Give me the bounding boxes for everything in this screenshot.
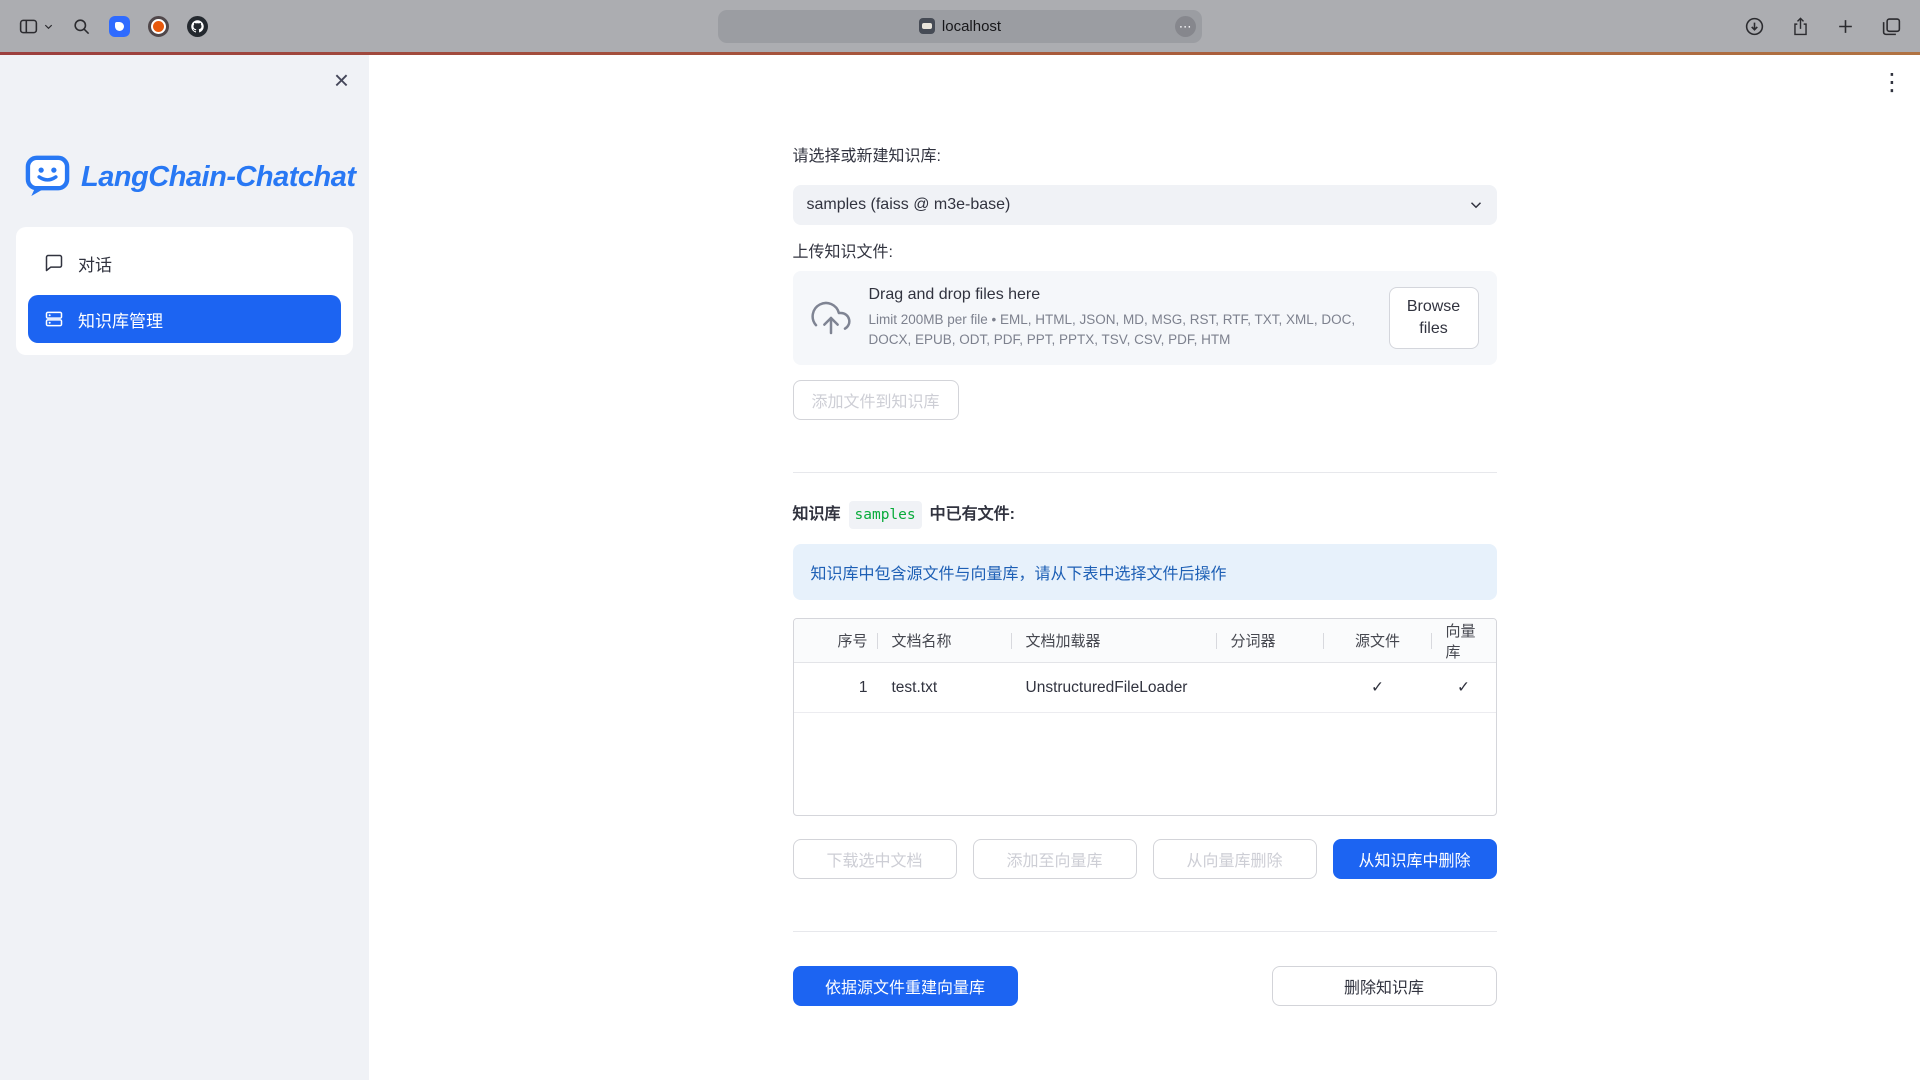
cell-loader: UnstructuredFileLoader — [1012, 663, 1217, 712]
dropzone-limit-text: Limit 200MB per file • EML, HTML, JSON, … — [869, 310, 1371, 349]
kb-name-code: samples — [849, 501, 922, 529]
browser-toolbar: localhost ⋯ — [0, 0, 1920, 52]
kb-selectbox[interactable]: samples (faiss @ m3e-base) — [793, 185, 1497, 225]
extension-blue-icon[interactable] — [109, 16, 130, 37]
kb-select-label: 请选择或新建知识库: — [793, 145, 1497, 169]
app-logo: LangChain-Chatchat — [24, 151, 369, 203]
info-alert-text: 知识库中包含源文件与向量库，请从下表中选择文件后操作 — [811, 560, 1227, 584]
github-icon[interactable] — [187, 16, 208, 37]
col-header-source-file[interactable]: 源文件 — [1324, 619, 1432, 662]
site-favicon — [919, 18, 935, 34]
chat-bubble-icon — [44, 253, 64, 273]
download-selected-button[interactable]: 下载选中文档 — [793, 839, 957, 879]
sidebar-item-chat[interactable]: 对话 — [28, 239, 341, 287]
dropzone-title: Drag and drop files here — [869, 286, 1371, 304]
logo-chat-icon — [24, 151, 71, 203]
extension-ring-icon[interactable] — [148, 16, 169, 37]
cell-source-file-check: ✓ — [1324, 663, 1432, 712]
delete-from-vector-store-button[interactable]: 从向量库删除 — [1153, 839, 1317, 879]
downloads-icon[interactable] — [1744, 16, 1765, 37]
sidebar-item-label: 知识库管理 — [78, 307, 163, 332]
cell-doc-name: test.txt — [878, 663, 1012, 712]
cell-vector-store-check: ✓ — [1432, 663, 1496, 712]
col-header-doc-name[interactable]: 文档名称 — [878, 619, 1012, 662]
delete-kb-button[interactable]: 删除知识库 — [1272, 966, 1497, 1006]
col-header-splitter[interactable]: 分词器 — [1217, 619, 1324, 662]
kb-files-table: 序号 文档名称 文档加载器 分词器 源文件 向量库 1 test.txt Uns… — [793, 618, 1497, 816]
heading-suffix: 中已有文件: — [930, 503, 1015, 527]
sidebar: × LangChain-Chatchat 对话 — [0, 55, 369, 1080]
sidebar-toggle-icon[interactable] — [18, 16, 39, 37]
heading-prefix: 知识库 — [793, 503, 841, 527]
share-icon[interactable] — [1791, 16, 1810, 37]
upload-label: 上传知识文件: — [793, 241, 1497, 265]
chevron-down-icon[interactable] — [43, 21, 54, 32]
main-content: ⋮ 请选择或新建知识库: samples (faiss @ m3e-base) … — [369, 55, 1920, 1080]
url-text: localhost — [942, 18, 1001, 35]
new-tab-icon[interactable] — [1836, 17, 1855, 36]
sidebar-menu: 对话 知识库管理 — [16, 227, 353, 355]
file-actions-row: 下载选中文档 添加至向量库 从向量库删除 从知识库中删除 — [793, 839, 1497, 879]
info-alert: 知识库中包含源文件与向量库，请从下表中选择文件后操作 — [793, 544, 1497, 600]
search-icon[interactable] — [72, 17, 91, 36]
add-files-to-kb-button[interactable]: 添加文件到知识库 — [793, 380, 959, 420]
kebab-menu-icon[interactable]: ⋮ — [1880, 71, 1904, 95]
browse-files-button[interactable]: Browse files — [1389, 287, 1479, 349]
cloud-upload-icon — [811, 298, 851, 338]
delete-from-kb-button[interactable]: 从知识库中删除 — [1333, 839, 1497, 879]
kb-selectbox-value: samples (faiss @ m3e-base) — [807, 196, 1011, 214]
rebuild-vector-store-button[interactable]: 依据源文件重建向量库 — [793, 966, 1018, 1006]
col-header-index[interactable]: 序号 — [794, 619, 878, 662]
dropzone-instructions: Drag and drop files here Limit 200MB per… — [869, 286, 1371, 349]
table-header-row: 序号 文档名称 文档加载器 分词器 源文件 向量库 — [794, 619, 1496, 663]
file-dropzone[interactable]: Drag and drop files here Limit 200MB per… — [793, 271, 1497, 365]
divider — [793, 931, 1497, 932]
logo-text: LangChain-Chatchat — [81, 161, 356, 194]
sidebar-item-kb-management[interactable]: 知识库管理 — [28, 295, 341, 343]
col-header-vector-store[interactable]: 向量库 — [1432, 619, 1496, 662]
add-to-vector-store-button[interactable]: 添加至向量库 — [973, 839, 1137, 879]
database-icon — [44, 309, 64, 329]
table-row[interactable]: 1 test.txt UnstructuredFileLoader ✓ ✓ — [794, 663, 1496, 713]
cell-splitter — [1217, 663, 1324, 712]
kb-actions-row: 依据源文件重建向量库 删除知识库 — [793, 966, 1497, 1006]
tab-overview-icon[interactable] — [1881, 16, 1902, 37]
kb-files-heading: 知识库 samples 中已有文件: — [793, 501, 1497, 529]
divider — [793, 472, 1497, 473]
address-bar[interactable]: localhost ⋯ — [718, 10, 1202, 43]
sidebar-close-button[interactable]: × — [334, 67, 349, 93]
sidebar-item-label: 对话 — [78, 251, 112, 276]
cell-index: 1 — [794, 663, 878, 712]
col-header-loader[interactable]: 文档加载器 — [1012, 619, 1217, 662]
chevron-down-icon — [1467, 196, 1485, 219]
page-options-button[interactable]: ⋯ — [1175, 16, 1196, 37]
